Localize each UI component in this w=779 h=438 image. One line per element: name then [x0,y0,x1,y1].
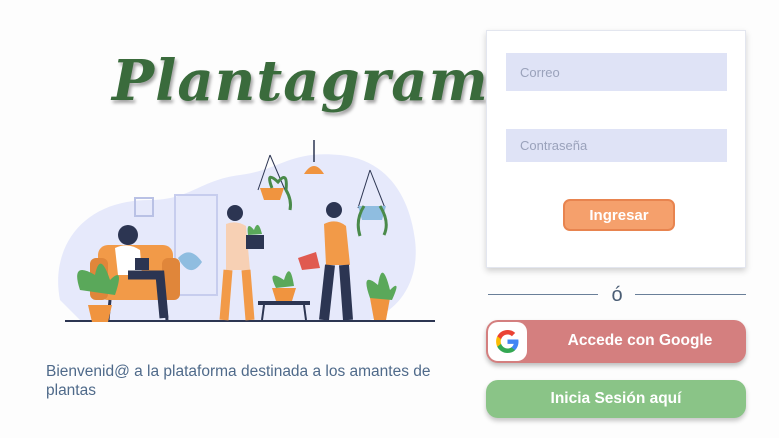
login-here-button[interactable]: Inicia Sesión aquí [486,380,746,418]
welcome-text: Bienvenid@ a la plataforma destinada a l… [46,363,431,399]
google-login-button[interactable]: Accede con Google [486,320,746,363]
google-button-label: Accede con Google [567,332,713,349]
google-icon [496,330,519,353]
submit-button[interactable]: Ingresar [563,199,675,231]
password-field[interactable] [506,129,727,162]
divider-line-right [635,294,746,295]
or-divider: ó [488,284,746,306]
email-field[interactable] [506,53,727,91]
divider-line-left [488,294,598,295]
google-logo-badge [488,322,527,361]
plants-illustration [58,140,435,322]
app-logo-title: Plantagram [112,48,489,114]
divider-text: ó [611,284,623,306]
hanging-pot-icon [260,188,284,200]
login-card: Ingresar [486,30,746,268]
